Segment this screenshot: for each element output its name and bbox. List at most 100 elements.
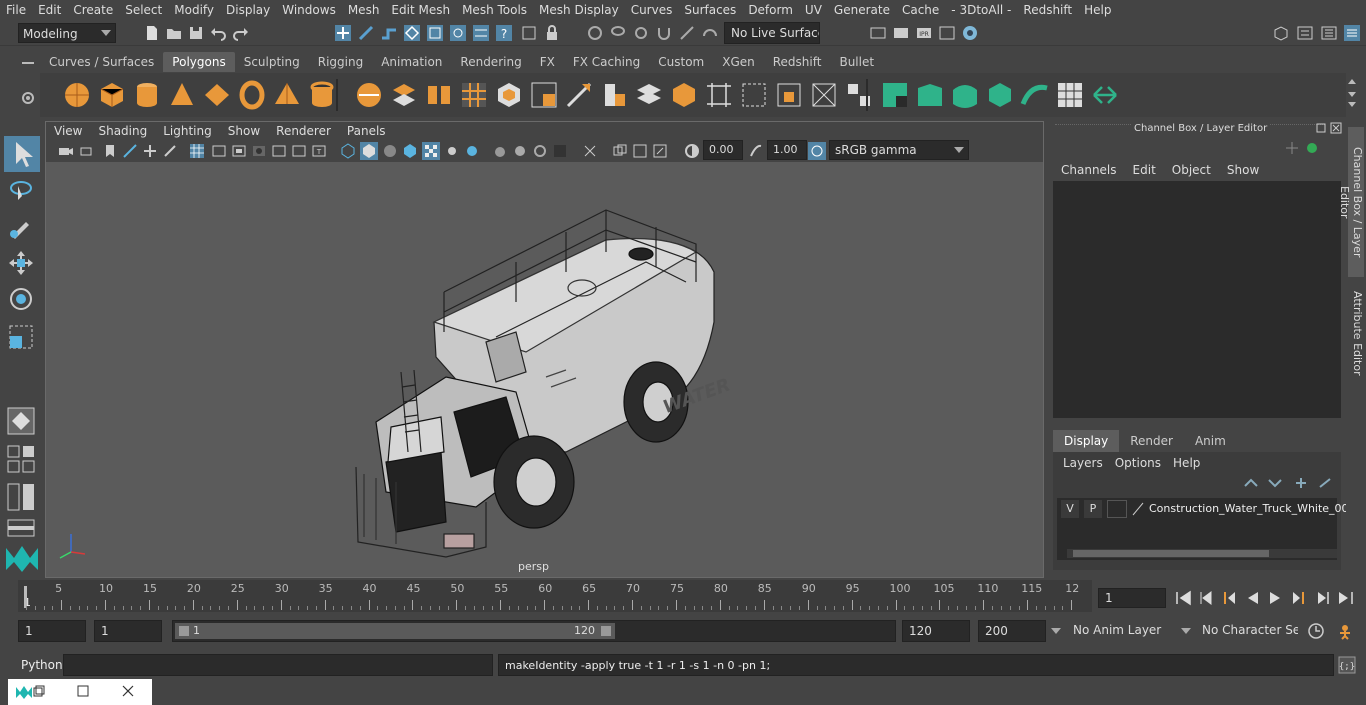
mode-dropdown[interactable]: Modeling: [18, 23, 116, 43]
anim-layer-dropdown[interactable]: No Anim Layer: [1067, 620, 1173, 642]
select-by-component-icon[interactable]: [380, 24, 398, 42]
menu-redshift[interactable]: Redshift: [1017, 3, 1078, 17]
animation-start-field[interactable]: 1: [18, 620, 86, 642]
scrollbar-thumb[interactable]: [1073, 550, 1269, 557]
hud-icon[interactable]: [652, 143, 668, 159]
paint-select-tool-icon[interactable]: [6, 212, 36, 242]
select-tool-icon[interactable]: [4, 136, 40, 172]
xray-joints-icon[interactable]: [612, 143, 628, 159]
symmetry-tool-icon[interactable]: [1090, 80, 1120, 110]
image-plane-icon[interactable]: [122, 143, 138, 159]
camera-icon[interactable]: [58, 143, 74, 159]
restore-window-icon[interactable]: [33, 685, 45, 697]
object-menu[interactable]: Object: [1164, 161, 1219, 179]
step-back-icon[interactable]: [1197, 590, 1215, 606]
cylindrical-uv-icon[interactable]: [950, 80, 980, 110]
scale-tool-icon[interactable]: [6, 322, 36, 352]
menu-file[interactable]: File: [0, 3, 32, 17]
poly-torus-icon[interactable]: [237, 80, 267, 110]
poly-sphere-icon[interactable]: [62, 80, 92, 110]
shelf-tab-fx[interactable]: FX: [531, 52, 564, 72]
snap-point-icon[interactable]: [449, 24, 467, 42]
help-icon[interactable]: ?: [495, 24, 513, 42]
char-set-arrow-icon[interactable]: [1180, 626, 1192, 636]
help-menu[interactable]: Help: [1167, 454, 1206, 472]
menu-deform[interactable]: Deform: [742, 3, 799, 17]
menu-mesh-display[interactable]: Mesh Display: [533, 3, 625, 17]
new-layer-icon[interactable]: [1293, 476, 1309, 490]
step-forward-icon[interactable]: [1314, 590, 1332, 606]
symmetry-icon[interactable]: [520, 24, 538, 42]
extract-icon[interactable]: [599, 80, 629, 110]
two-d-pan-icon[interactable]: [142, 143, 158, 159]
close-window-icon[interactable]: [122, 685, 134, 697]
menu-edit[interactable]: Edit: [32, 3, 67, 17]
range-slider-handle[interactable]: 1 120: [175, 623, 615, 639]
menu-mesh-tools[interactable]: Mesh Tools: [456, 3, 533, 17]
viewport-menu-renderer[interactable]: Renderer: [268, 122, 339, 140]
lasso-tool-icon[interactable]: [6, 176, 36, 206]
maximize-window-icon[interactable]: [77, 685, 89, 697]
menu-edit-mesh[interactable]: Edit Mesh: [385, 3, 456, 17]
save-scene-icon[interactable]: [187, 24, 205, 42]
snap-plane-icon[interactable]: [472, 24, 490, 42]
layer-color-swatch[interactable]: [1107, 500, 1127, 518]
play-backwards-icon[interactable]: [1244, 590, 1262, 606]
field-chart-icon[interactable]: [271, 143, 287, 159]
multi-cut-icon[interactable]: [704, 80, 734, 110]
open-scene-icon[interactable]: [165, 24, 183, 42]
viewport-menu-shading[interactable]: Shading: [90, 122, 155, 140]
edit-menu[interactable]: Edit: [1125, 161, 1164, 179]
new-layer-selected-icon[interactable]: [1317, 476, 1333, 490]
shelf-tab-custom[interactable]: Custom: [649, 52, 713, 72]
tab-channel-box-layer-editor[interactable]: Channel Box / Layer Editor: [1338, 127, 1364, 277]
gate-mask-icon[interactable]: [251, 143, 267, 159]
safe-title-icon[interactable]: T: [311, 143, 327, 159]
tab-attribute-editor[interactable]: Attribute Editor: [1348, 285, 1364, 381]
color-space-dropdown[interactable]: sRGB gamma: [829, 140, 969, 160]
separate-icon[interactable]: [389, 80, 419, 110]
resolution-gate-icon[interactable]: [231, 143, 247, 159]
go-to-start-icon[interactable]: [1174, 590, 1192, 606]
live-surface-field[interactable]: No Live Surface: [724, 22, 820, 44]
shelf-tab-rendering[interactable]: Rendering: [451, 52, 530, 72]
move-layer-up-icon[interactable]: [1243, 476, 1259, 490]
target-weld-icon[interactable]: [809, 80, 839, 110]
planar-uv-icon[interactable]: [915, 80, 945, 110]
menu-generate[interactable]: Generate: [828, 3, 896, 17]
two-pane-layout-icon[interactable]: [6, 482, 36, 512]
poly-cone-icon[interactable]: [167, 80, 197, 110]
soft-select-icon[interactable]: [701, 24, 719, 42]
uv-editor-icon[interactable]: [1055, 80, 1085, 110]
select-by-hierarchy-icon[interactable]: [334, 24, 352, 42]
extrude-icon[interactable]: [494, 80, 524, 110]
screen-space-ao-icon[interactable]: [464, 143, 480, 159]
shelf-scroll-arrows-icon[interactable]: [1346, 76, 1358, 110]
xray-components-icon[interactable]: [632, 143, 648, 159]
wireframe-icon[interactable]: [340, 143, 356, 159]
playback-start-field[interactable]: 1: [94, 620, 162, 642]
command-input[interactable]: [63, 654, 493, 676]
menu-surfaces[interactable]: Surfaces: [678, 3, 742, 17]
layer-playback-toggle[interactable]: P: [1084, 500, 1102, 518]
menu-windows[interactable]: Windows: [276, 3, 342, 17]
playback-end-field[interactable]: 120: [902, 620, 970, 642]
automatic-uv-icon[interactable]: [880, 80, 910, 110]
play-forwards-icon[interactable]: [1266, 590, 1284, 606]
character-set-dropdown[interactable]: No Character Set: [1196, 620, 1298, 642]
shelf-tab-sculpting[interactable]: Sculpting: [235, 52, 309, 72]
menu-modify[interactable]: Modify: [168, 3, 220, 17]
shadows-icon[interactable]: [444, 143, 460, 159]
menu-select[interactable]: Select: [119, 3, 168, 17]
undo-icon[interactable]: [209, 24, 227, 42]
tab-render[interactable]: Render: [1119, 430, 1184, 452]
poly-pipe-icon[interactable]: [307, 80, 337, 110]
menu-3dtoall[interactable]: - 3DtoAll -: [945, 3, 1017, 17]
channel-list[interactable]: [1053, 181, 1341, 418]
animation-preferences-icon[interactable]: [1336, 622, 1356, 640]
snap-curve-icon[interactable]: [426, 24, 444, 42]
menu-curves[interactable]: Curves: [625, 3, 679, 17]
shelf-settings-gear-icon[interactable]: [20, 90, 36, 106]
rotate-tool-icon[interactable]: [6, 284, 36, 314]
append-polygon-icon[interactable]: [634, 80, 664, 110]
